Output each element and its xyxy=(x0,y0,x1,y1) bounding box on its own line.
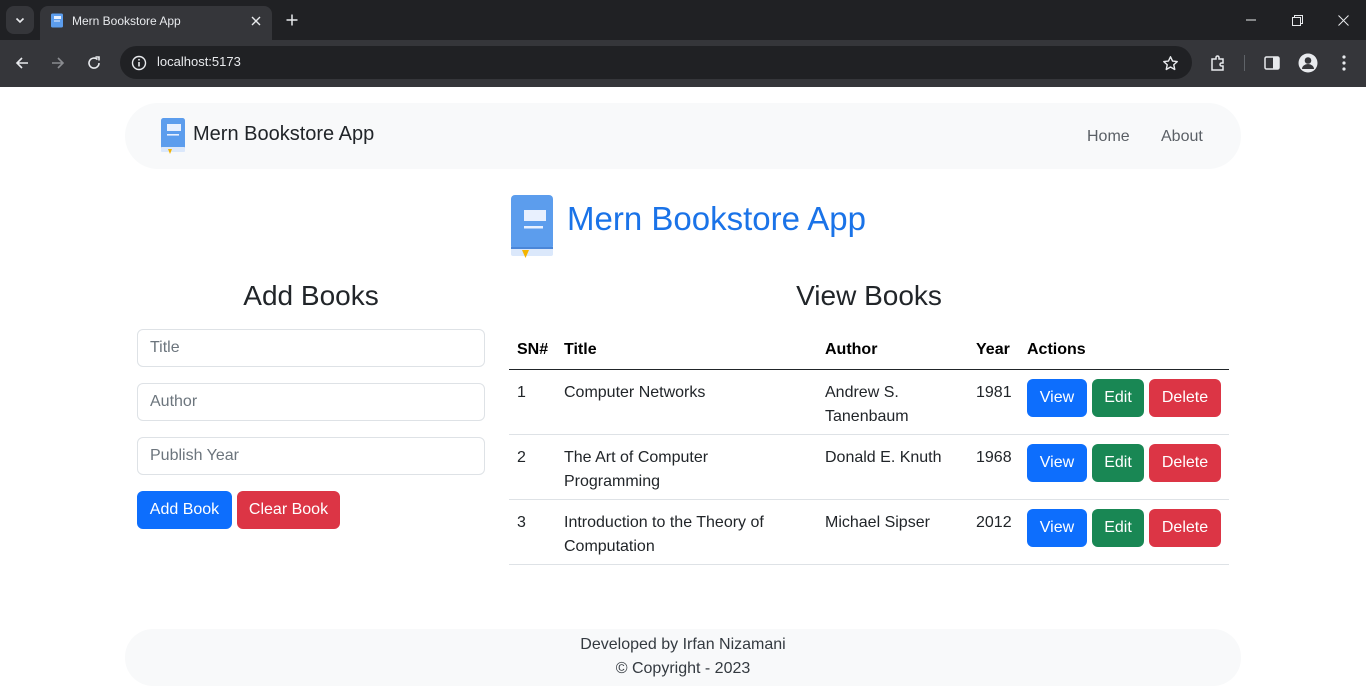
nav-link-about[interactable]: About xyxy=(1161,128,1203,146)
column-header-title: Title xyxy=(564,341,597,358)
forward-arrow-icon[interactable] xyxy=(45,50,71,76)
column-header-year: Year xyxy=(976,341,1010,358)
cell-author: Donald E. Knuth xyxy=(825,449,942,466)
cell-sn: 3 xyxy=(517,514,526,531)
add-books-heading: Add Books xyxy=(243,280,379,311)
view-button[interactable]: View xyxy=(1027,509,1087,547)
close-tab-icon[interactable] xyxy=(248,13,264,29)
tab-search-chevron-icon[interactable] xyxy=(6,6,34,34)
table-row: 1 Computer Networks Andrew S. Tanenbaum … xyxy=(509,370,1229,435)
browser-tab[interactable]: Mern Bookstore App xyxy=(40,6,272,40)
new-tab-plus-icon[interactable] xyxy=(282,10,302,30)
delete-button[interactable]: Delete xyxy=(1149,379,1221,417)
browser-tab-strip: Mern Bookstore App xyxy=(0,0,1366,40)
cell-year: 1981 xyxy=(976,384,1012,401)
delete-button[interactable]: Delete xyxy=(1149,509,1221,547)
cell-title: Computer Networks xyxy=(564,384,706,401)
table-row: 2 The Art of Computer Programming Donald… xyxy=(509,435,1229,500)
reload-icon[interactable] xyxy=(81,50,107,76)
clear-book-button[interactable]: Clear Book xyxy=(237,491,340,529)
edit-button[interactable]: Edit xyxy=(1092,379,1144,417)
book-icon xyxy=(51,13,63,28)
edit-button[interactable]: Edit xyxy=(1092,444,1144,482)
column-header-actions: Actions xyxy=(1027,341,1086,358)
delete-button[interactable]: Delete xyxy=(1149,444,1221,482)
minimize-icon[interactable] xyxy=(1228,0,1274,40)
title-input[interactable] xyxy=(137,329,485,367)
cell-sn: 1 xyxy=(517,384,526,401)
table-row: 3 Introduction to the Theory of Computat… xyxy=(509,500,1229,565)
kebab-menu-icon[interactable] xyxy=(1333,52,1355,74)
publish-year-input[interactable] xyxy=(137,437,485,475)
nav-link-home[interactable]: Home xyxy=(1087,128,1130,146)
side-panel-icon[interactable] xyxy=(1261,52,1283,74)
puzzle-icon[interactable] xyxy=(1207,52,1229,74)
bookmark-star-icon[interactable] xyxy=(1160,53,1180,73)
footer-copyright: © Copyright - 2023 xyxy=(615,660,751,677)
view-button[interactable]: View xyxy=(1027,444,1087,482)
edit-button[interactable]: Edit xyxy=(1092,509,1144,547)
page-title: Mern Bookstore App xyxy=(567,200,866,237)
cell-year: 1968 xyxy=(976,449,1012,466)
cell-sn: 2 xyxy=(517,449,526,466)
column-header-author: Author xyxy=(825,341,878,358)
add-book-button[interactable]: Add Book xyxy=(137,491,232,529)
footer: Developed by Irfan Nizamani © Copyright … xyxy=(125,629,1241,686)
browser-toolbar: localhost:5173 xyxy=(0,40,1366,87)
close-window-icon[interactable] xyxy=(1320,0,1366,40)
profile-icon[interactable] xyxy=(1297,52,1319,74)
cell-author: Michael Sipser xyxy=(825,514,930,531)
footer-credit: Developed by Irfan Nizamani xyxy=(580,636,786,653)
site-info-icon[interactable] xyxy=(126,50,151,75)
restore-icon[interactable] xyxy=(1274,0,1320,40)
toolbar-divider xyxy=(1244,55,1245,71)
cell-title: Introduction to the Theory of Computatio… xyxy=(564,514,764,555)
navbar: Mern Bookstore App Home About xyxy=(125,103,1241,169)
view-books-heading: View Books xyxy=(796,280,942,311)
tab-title: Mern Bookstore App xyxy=(72,14,181,28)
view-button[interactable]: View xyxy=(1027,379,1087,417)
book-icon xyxy=(511,195,553,258)
book-icon xyxy=(161,118,185,154)
cell-title: The Art of Computer Programming xyxy=(564,449,709,490)
cell-author: Andrew S. Tanenbaum xyxy=(825,384,909,425)
cell-year: 2012 xyxy=(976,514,1012,531)
author-input[interactable] xyxy=(137,383,485,421)
address-bar[interactable]: localhost:5173 xyxy=(120,46,1192,79)
url-text[interactable]: localhost:5173 xyxy=(157,54,241,69)
back-arrow-icon[interactable] xyxy=(9,50,35,76)
column-header-sn: SN# xyxy=(517,341,549,358)
brand-name[interactable]: Mern Bookstore App xyxy=(193,123,374,146)
